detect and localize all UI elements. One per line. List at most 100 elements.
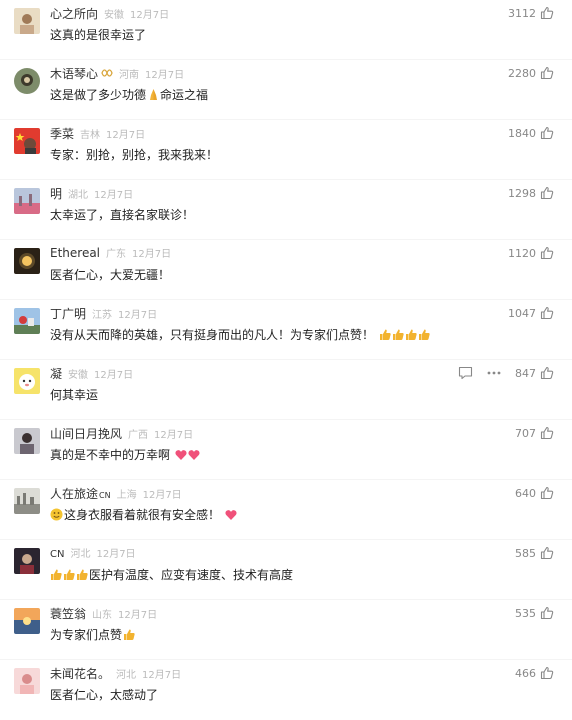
username[interactable]: 季菜 [50, 125, 74, 142]
comment-date: 12月7日 [142, 490, 182, 501]
like-count: 707 [515, 426, 536, 440]
thumbs-up-emoji-icon [50, 568, 89, 584]
thumb-up-outline-icon[interactable] [540, 6, 554, 20]
location: 河北 [70, 549, 91, 560]
avatar[interactable] [14, 188, 40, 214]
heart-emoji-icon [175, 449, 201, 464]
location: 江苏 [92, 310, 113, 321]
heart-emoji-icon [225, 509, 238, 524]
smile-emoji-icon [50, 508, 63, 524]
comment-text-part: 医护有温度、应变有速度、技术有高度 [89, 568, 294, 582]
thumb-up-outline-icon[interactable] [540, 426, 554, 440]
location: 河北 [116, 670, 137, 681]
comment-date: 12月7日 [94, 190, 134, 201]
username[interactable]: 未闻花名。 [50, 665, 110, 682]
comment-item: 心之所向 安徽 12月7日 这真的是很幸运了 3112 [0, 0, 572, 60]
comment-item: Ethereal 广东 12月7日 医者仁心，大爱无疆！ 1120 [0, 240, 572, 300]
comment-text: 为专家们点赞 [50, 626, 136, 644]
comment-text-part: 这是做了多少功德 [50, 88, 147, 102]
comment-item: 山间日月挽风 广西 12月7日 真的是不幸中的万幸啊 707 [0, 420, 572, 480]
like-count: 585 [515, 546, 536, 560]
comment-text: 没有从天而降的英雄，只有挺身而出的凡人！为专家们点赞！ [50, 326, 431, 344]
like-count: 847 [515, 366, 536, 380]
username[interactable]: 山间日月挽风 [50, 425, 122, 442]
thumb-up-outline-icon[interactable] [540, 246, 554, 260]
avatar[interactable] [14, 488, 40, 514]
like-count: 1840 [508, 126, 536, 140]
location: 广西 [128, 430, 149, 441]
username[interactable]: 明 [50, 185, 62, 202]
comment-item: 木语琴心 河南 12月7日 这是做了多少功德 命运之福 2280 [0, 60, 572, 120]
like-count: 3112 [508, 6, 536, 20]
location: 安徽 [68, 370, 89, 381]
avatar[interactable] [14, 608, 40, 634]
avatar[interactable] [14, 668, 40, 694]
thumbs-up-emoji-icon [379, 328, 431, 344]
comment-item: 凝 安徽 12月7日 何其幸运 847 [0, 360, 572, 420]
comment-text: 这真的是很幸运了 [50, 28, 147, 42]
username[interactable]: 心之所向 [50, 5, 98, 22]
comment-bubble-icon[interactable] [458, 366, 473, 380]
comment-item: 未闻花名。 河北 12月7日 医者仁心，太感动了 466 [0, 660, 572, 720]
comment-text: 这是做了多少功德 命运之福 [50, 86, 208, 104]
comment-date: 12月7日 [132, 249, 172, 260]
username[interactable]: 丁广明 [50, 305, 86, 322]
comment-date: 12月7日 [142, 670, 182, 681]
avatar[interactable] [14, 128, 40, 154]
comment-text-part: 真的是不幸中的万幸啊 [50, 448, 171, 462]
comment-text: 医者仁心，太感动了 [50, 688, 159, 702]
username[interactable]: 人在旅途 [50, 485, 98, 502]
thumb-up-outline-icon[interactable] [540, 126, 554, 140]
avatar[interactable] [14, 248, 40, 274]
comment-text-part: 没有从天而降的英雄，只有挺身而出的凡人！为专家们点赞！ [50, 328, 375, 342]
comment-text: 这身衣服看着就很有安全感！ [50, 506, 238, 524]
like-count: 1047 [508, 306, 536, 320]
avatar[interactable] [14, 8, 40, 34]
username[interactable]: CN [50, 549, 64, 560]
username[interactable]: Ethereal [50, 246, 100, 260]
avatar[interactable] [14, 308, 40, 334]
more-dots-icon[interactable] [487, 371, 501, 375]
thumb-up-outline-icon[interactable] [540, 186, 554, 200]
comment-date: 12月7日 [130, 10, 170, 21]
comment-item: CN 河北 12月7日 医护有温度、应变有速度、技术有高度 585 [0, 540, 572, 600]
location: 安徽 [104, 10, 125, 21]
avatar[interactable] [14, 368, 40, 394]
location: 广东 [106, 249, 127, 260]
like-count: 535 [515, 606, 536, 620]
comment-text: 真的是不幸中的万幸啊 [50, 446, 201, 464]
like-count: 466 [515, 666, 536, 680]
avatar[interactable] [14, 548, 40, 574]
comment-text: 医者仁心，大爱无疆！ [50, 268, 171, 282]
badge-icon [101, 68, 113, 78]
comment-text: 医护有温度、应变有速度、技术有高度 [50, 566, 293, 584]
comment-text: 专家：别抢，别抢，我来我来！ [50, 148, 219, 162]
comment-text: 何其幸运 [50, 388, 99, 402]
comment-item: 丁广明 江苏 12月7日 没有从天而降的英雄，只有挺身而出的凡人！为专家们点赞！… [0, 300, 572, 360]
comment-list: 心之所向 安徽 12月7日 这真的是很幸运了 3112 木语琴心 河南 12月7… [0, 0, 572, 720]
comment-date: 12月7日 [106, 130, 146, 141]
comment-date: 12月7日 [118, 310, 158, 321]
like-count: 1120 [508, 246, 536, 260]
avatar[interactable] [14, 68, 40, 94]
username[interactable]: 蓑笠翁 [50, 605, 86, 622]
thumb-up-outline-icon[interactable] [540, 306, 554, 320]
thumb-up-outline-icon[interactable] [540, 486, 554, 500]
username[interactable]: 凝 [50, 365, 62, 382]
like-count: 640 [515, 486, 536, 500]
comment-item: 人在旅途 CN 上海 12月7日 这身衣服看着就很有安全感！ 640 [0, 480, 572, 540]
comment-item: 蓑笠翁 山东 12月7日 为专家们点赞 535 [0, 600, 572, 660]
thumb-up-outline-icon[interactable] [540, 606, 554, 620]
thumb-up-outline-icon[interactable] [540, 666, 554, 680]
like-count: 2280 [508, 66, 536, 80]
like-count: 1298 [508, 186, 536, 200]
comment-text: 太幸运了，直接名家联诊！ [50, 208, 195, 222]
location: 上海 [116, 490, 137, 501]
username[interactable]: 木语琴心 [50, 65, 98, 82]
thumb-up-outline-icon[interactable] [540, 66, 554, 80]
thumb-up-outline-icon[interactable] [540, 546, 554, 560]
avatar[interactable] [14, 428, 40, 454]
location: 吉林 [80, 130, 101, 141]
thumb-up-outline-icon[interactable] [540, 366, 554, 380]
comment-text-part: 为专家们点赞 [50, 628, 123, 642]
